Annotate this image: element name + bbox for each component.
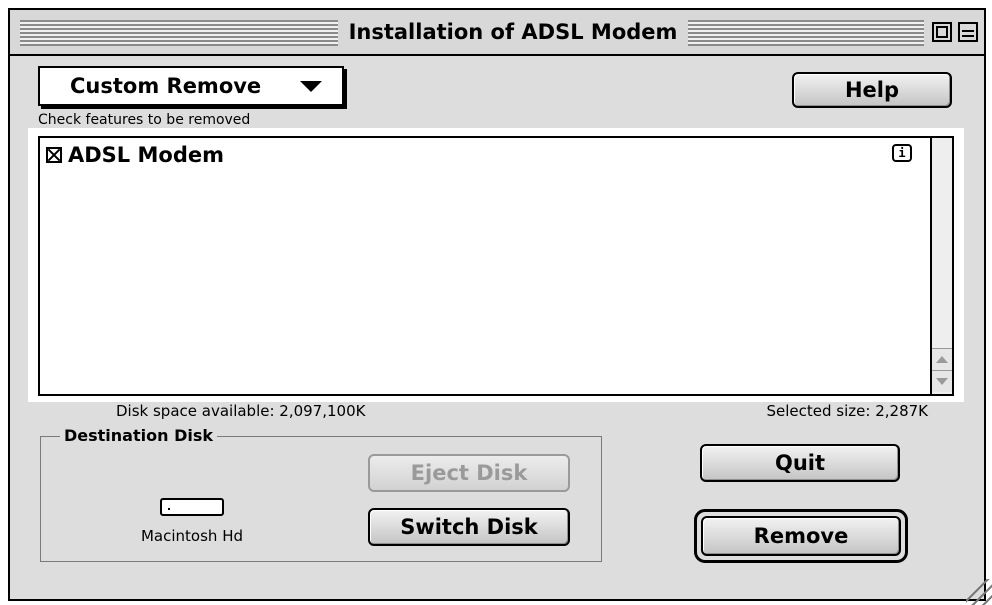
title-bar-stripes-right <box>688 20 924 46</box>
features-caption: Check features to be removed <box>38 112 251 128</box>
feature-checkbox[interactable] <box>46 147 62 163</box>
zoom-box-icon[interactable] <box>932 22 952 42</box>
features-list[interactable]: ADSL Modem i <box>38 136 954 396</box>
disk-space-available: Disk space available: 2,097,100K <box>116 402 366 420</box>
selected-size: Selected size: 2,287K <box>766 402 928 420</box>
switch-disk-button[interactable]: Switch Disk <box>368 508 570 546</box>
install-type-label: Custom Remove <box>70 74 262 98</box>
install-type-dropdown[interactable]: Custom Remove <box>38 66 344 106</box>
hard-disk-icon <box>160 498 224 516</box>
help-button[interactable]: Help <box>792 72 952 108</box>
resize-grip-icon[interactable] <box>966 579 992 605</box>
title-bar[interactable]: Installation of ADSL Modem <box>10 10 984 56</box>
list-item[interactable]: ADSL Modem <box>46 142 224 168</box>
feature-label: ADSL Modem <box>68 143 224 167</box>
disk-name: Macintosh Hd <box>140 527 243 545</box>
window-title: Installation of ADSL Modem <box>338 16 688 48</box>
quit-button[interactable]: Quit <box>700 444 900 482</box>
title-bar-stripes-left <box>20 20 338 46</box>
remove-button[interactable]: Remove <box>701 516 901 556</box>
info-icon[interactable]: i <box>892 144 912 162</box>
scroll-up-arrow-icon[interactable] <box>932 348 952 370</box>
dropdown-arrow-icon <box>300 81 322 92</box>
windowshade-icon[interactable] <box>958 22 978 42</box>
scroll-down-arrow-icon[interactable] <box>932 370 952 392</box>
destination-disk-label: Destination Disk <box>60 426 217 445</box>
list-scrollbar[interactable] <box>930 138 952 394</box>
eject-disk-button[interactable]: Eject Disk <box>368 454 570 492</box>
